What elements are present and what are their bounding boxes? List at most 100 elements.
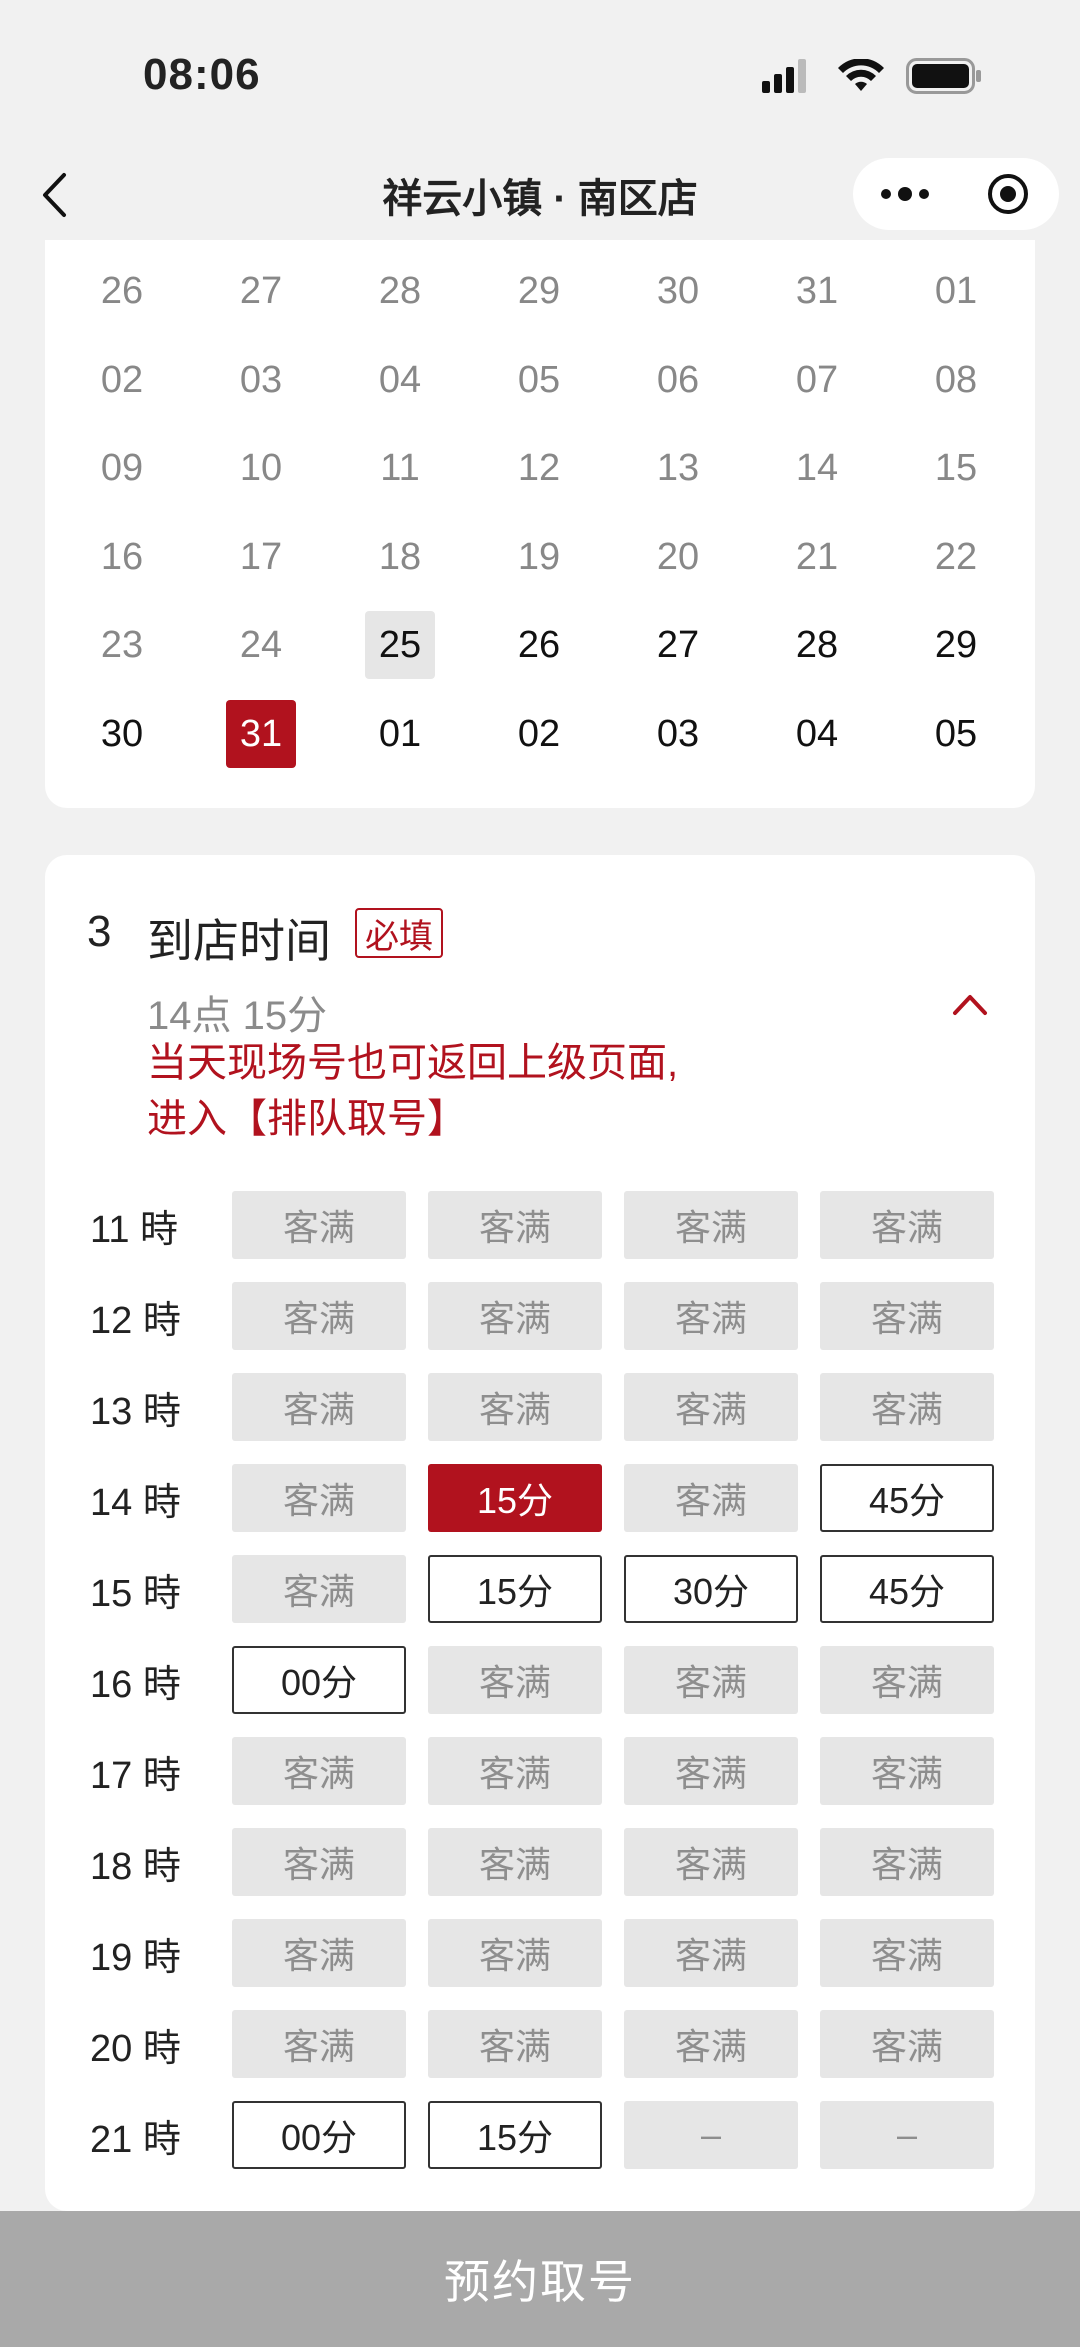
calendar-card: 26 27 28 29 30 31 01 02 03 04 05 06 07 08 09 10 11 12 13 14…	[45, 240, 1035, 808]
hour-label: 19 時	[90, 1936, 181, 1979]
nav-bar: 祥云小镇 · 南区店	[0, 150, 1080, 240]
time-slot-full: –	[820, 2101, 994, 2169]
time-slot-available[interactable]: 00分	[232, 1646, 406, 1714]
calendar-day: 12	[517, 446, 561, 489]
time-slot-full: 客满	[232, 1191, 406, 1259]
time-slot-full: 客满	[624, 1191, 798, 1259]
calendar-day: 13	[656, 446, 700, 489]
time-slot-full: 客满	[820, 1737, 994, 1805]
calendar-day[interactable]: 30	[87, 700, 157, 768]
status-bar: 08:06	[0, 0, 1080, 150]
calendar-day: 02	[100, 358, 144, 401]
hour-label: 11 時	[90, 1208, 179, 1251]
hour-label: 16 時	[90, 1663, 181, 1706]
time-slot-full: 客满	[624, 1282, 798, 1350]
time-slot-full: 客满	[820, 1373, 994, 1441]
time-slot-full: 客满	[232, 1555, 406, 1623]
notice-line-1: 当天现场号也可返回上级页面,	[147, 1041, 679, 1085]
collapse-button[interactable]	[945, 985, 995, 1025]
mini-program-capsule	[853, 158, 1059, 230]
calendar-day: 15	[934, 446, 978, 489]
time-slot-full: 客满	[624, 1828, 798, 1896]
status-time: 08:06	[143, 50, 261, 99]
more-dots-icon	[880, 187, 929, 201]
time-slot-selected[interactable]: 15分	[428, 1464, 602, 1532]
time-slot-full: –	[624, 2101, 798, 2169]
calendar-day: 16	[100, 535, 144, 578]
calendar-day[interactable]: 04	[782, 700, 852, 768]
hour-label: 20 時	[90, 2027, 181, 2070]
calendar-day: 26	[100, 269, 144, 312]
calendar-day: 10	[239, 446, 283, 489]
calendar-day[interactable]: 26	[504, 611, 574, 679]
calendar-day: 21	[795, 535, 839, 578]
calendar-day: 27	[239, 269, 283, 312]
time-slot-full: 客满	[624, 1646, 798, 1714]
chevron-up-icon	[953, 995, 987, 1015]
time-slot-full: 客满	[232, 1464, 406, 1532]
hour-label: 13 時	[90, 1390, 181, 1433]
calendar-day: 04	[378, 358, 422, 401]
notice-text: 当天现场号也可返回上级页面, 进入【排队取号】	[147, 1035, 678, 1147]
notice-line-2: 进入【排队取号】	[147, 1097, 467, 1141]
calendar-day-selected[interactable]: 31	[226, 700, 296, 768]
status-icons	[762, 58, 982, 94]
section-title: 到店时间	[147, 915, 331, 967]
calendar-day[interactable]: 05	[921, 700, 991, 768]
calendar-day: 08	[934, 358, 978, 401]
time-slot-full: 客满	[232, 2010, 406, 2078]
calendar-day[interactable]: 01	[365, 700, 435, 768]
time-slot-full: 客满	[428, 1737, 602, 1805]
calendar-day: 19	[517, 535, 561, 578]
time-slot-full: 客满	[232, 1737, 406, 1805]
time-slot-full: 客满	[428, 1919, 602, 1987]
calendar-day[interactable]: 29	[921, 611, 991, 679]
time-slot-available[interactable]: 15分	[428, 2101, 602, 2169]
calendar-day-today[interactable]: 25	[365, 611, 435, 679]
hour-label: 21 時	[90, 2118, 181, 2161]
time-slot-full: 客满	[820, 1282, 994, 1350]
calendar-day: 18	[378, 535, 422, 578]
calendar-day: 20	[656, 535, 700, 578]
calendar-day: 30	[656, 269, 700, 312]
battery-icon	[906, 58, 981, 94]
calendar-day[interactable]: 28	[782, 611, 852, 679]
time-slot-full: 客满	[820, 1191, 994, 1259]
wifi-icon	[838, 59, 884, 91]
time-slot-full: 客满	[232, 1373, 406, 1441]
calendar-day: 09	[100, 446, 144, 489]
time-slot-available[interactable]: 45分	[820, 1464, 994, 1532]
calendar-day: 01	[934, 269, 978, 312]
time-slot-full: 客满	[428, 2010, 602, 2078]
book-number-button[interactable]: 预约取号	[0, 2211, 1080, 2347]
calendar-day: 14	[795, 446, 839, 489]
calendar-day: 28	[378, 269, 422, 312]
calendar-day: 24	[239, 623, 283, 666]
selected-time-value: 14点 15分	[147, 994, 328, 1038]
time-slot-available[interactable]: 15分	[428, 1555, 602, 1623]
calendar-day: 03	[239, 358, 283, 401]
calendar-day: 17	[239, 535, 283, 578]
close-mini-program-button[interactable]	[956, 158, 1059, 230]
hour-label: 12 時	[90, 1299, 181, 1342]
more-button[interactable]	[853, 158, 956, 230]
calendar-day[interactable]: 27	[643, 611, 713, 679]
time-slot-available[interactable]: 45分	[820, 1555, 994, 1623]
time-slot-available[interactable]: 00分	[232, 2101, 406, 2169]
time-slot-full: 客满	[820, 1646, 994, 1714]
time-slot-full: 客满	[232, 1282, 406, 1350]
time-slot-full: 客满	[232, 1828, 406, 1896]
arrival-time-card: 3 到店时间 必填 14点 15分 当天现场号也可返回上级页面, 进入【排队取号…	[45, 855, 1035, 2211]
calendar-day[interactable]: 02	[504, 700, 574, 768]
required-badge: 必填	[355, 908, 443, 958]
calendar-day: 29	[517, 269, 561, 312]
time-slot-full: 客满	[820, 2010, 994, 2078]
calendar-day: 11	[380, 446, 420, 489]
time-slot-full: 客满	[428, 1373, 602, 1441]
time-slot-available[interactable]: 30分	[624, 1555, 798, 1623]
time-slot-full: 客满	[428, 1191, 602, 1259]
calendar-day[interactable]: 03	[643, 700, 713, 768]
calendar-day: 23	[100, 623, 144, 666]
time-slot-full: 客满	[624, 1737, 798, 1805]
hour-label: 15 時	[90, 1572, 181, 1615]
